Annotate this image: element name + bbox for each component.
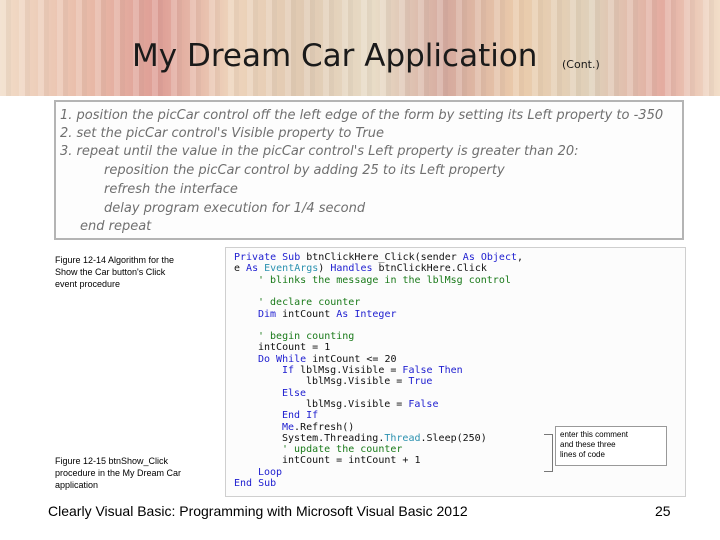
algorithm-line: 3. repeat until the value in the picCar … [60,144,579,159]
slide-footer: Clearly Visual Basic: Programming with M… [48,503,468,519]
code-comment: ' begin counting [258,331,355,343]
code-line: Dim intCount As Integer [258,308,397,320]
algorithm-box: 1. position the picCar control off the l… [54,100,684,240]
code-line: lblMsg.Visible = False [306,398,439,410]
figure-12-14-caption: Figure 12-14 Algorithm for the Show the … [55,255,175,289]
code-line: intCount = intCount + 1 [282,455,421,467]
slide-title-cont: (Cont.) [562,58,600,71]
code-line: Else [282,387,307,399]
algorithm-line: end repeat [80,219,152,234]
code-line: Do While intCount <= 20 [258,353,397,365]
code-line: Private Sub btnClickHere_Click(sender As… [234,252,524,263]
algorithm-line: delay program execution for 1/4 second [104,201,366,216]
code-line: End If [282,410,319,422]
slide-title: My Dream Car Application [132,38,538,74]
code-line: End Sub [234,478,277,489]
code-line: Loop [258,466,283,478]
algorithm-line: refresh the interface [104,182,238,197]
callout-bracket [544,434,553,472]
code-comment: ' declare counter [258,297,361,309]
figure-12-15-caption: Figure 12-15 btnShow_Click procedure in … [55,456,182,490]
code-line: Me.Refresh() [282,421,355,433]
page-number: 25 [655,503,671,519]
algorithm-line: reposition the picCar control by adding … [104,163,505,178]
callout-note: enter this comment and these three lines… [555,426,667,466]
code-line: lblMsg.Visible = True [306,376,433,388]
algorithm-line: 1. position the picCar control off the l… [60,108,664,123]
algorithm-line: 2. set the picCar control's Visible prop… [60,126,385,141]
code-line: e As EventArgs) Handles btnClickHere.Cli… [234,263,487,275]
code-line: System.Threading.Thread.Sleep(250) [282,432,487,444]
code-comment: ' blinks the message in the lblMsg contr… [258,274,511,286]
code-line: intCount = 1 [258,342,331,354]
code-line: If lblMsg.Visible = False Then [282,365,463,376]
code-comment: ' update the counter [282,444,403,456]
